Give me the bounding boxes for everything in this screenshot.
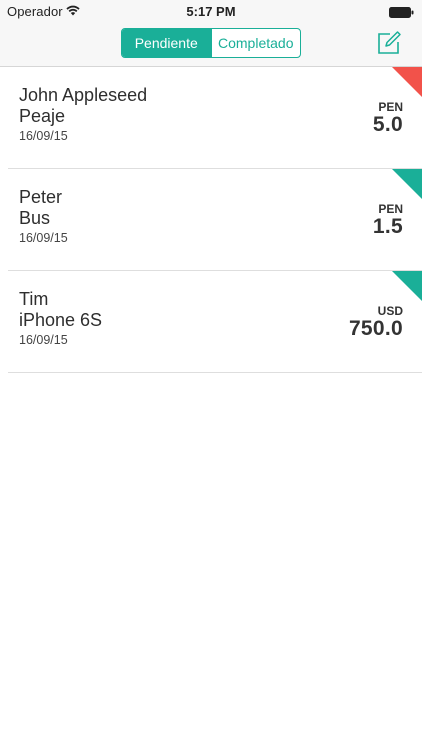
list-item-info: John Appleseed Peaje 16/09/15 — [19, 85, 147, 143]
contact-name: Peter — [19, 187, 63, 207]
item-description: iPhone 6S — [19, 310, 103, 330]
transaction-date: 16/09/15 — [19, 129, 68, 143]
amount-box: PEN 5.0 — [373, 101, 403, 136]
list-item[interactable]: John Appleseed Peaje 16/09/15 PEN 5.0 — [8, 67, 422, 169]
contact-name: Tim — [19, 289, 49, 309]
list-item[interactable]: Tim iPhone 6S 16/09/15 USD 750.0 — [8, 271, 422, 373]
list-item-info: Peter Bus 16/09/15 — [19, 187, 68, 245]
segment-pendiente[interactable]: Pendiente — [122, 29, 211, 57]
transaction-date: 16/09/15 — [19, 231, 68, 245]
amount-value: 5.0 — [372, 113, 403, 136]
status-flag — [392, 271, 422, 301]
status-flag — [392, 67, 422, 97]
status-bar: Operador 5:17 PM — [0, 0, 422, 22]
compose-icon[interactable] — [376, 30, 402, 56]
list-item-info: Tim iPhone 6S 16/09/15 — [19, 289, 102, 347]
clock: 5:17 PM — [186, 4, 236, 19]
status-segmented-control: Pendiente Completado — [121, 28, 301, 58]
segment-completado[interactable]: Completado — [210, 29, 301, 57]
battery-icon — [389, 6, 414, 18]
amount-value: 1.5 — [372, 215, 403, 238]
amount-box: PEN 1.5 — [373, 203, 403, 238]
nav-bar: Pendiente Completado — [0, 22, 422, 67]
contact-name: John Appleseed — [19, 85, 148, 105]
item-description: Bus — [19, 208, 51, 228]
status-flag — [392, 169, 422, 199]
amount-box: USD 750.0 — [349, 305, 403, 340]
transaction-list: John Appleseed Peaje 16/09/15 PEN 5.0 Pe… — [0, 67, 422, 373]
amount-value: 750.0 — [348, 317, 403, 340]
transaction-date: 16/09/15 — [19, 333, 68, 347]
list-item[interactable]: Peter Bus 16/09/15 PEN 1.5 — [8, 169, 422, 271]
item-description: Peaje — [19, 106, 66, 126]
